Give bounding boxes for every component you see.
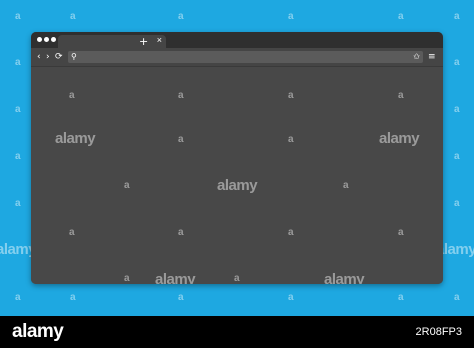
watermark-glyph: a — [288, 227, 294, 238]
watermark-glyph: a — [124, 273, 130, 284]
window-dot-icon[interactable] — [44, 37, 49, 42]
watermark-glyph: a — [178, 134, 184, 145]
menu-icon[interactable]: ≡ — [428, 51, 436, 63]
watermark-glyph: a — [398, 90, 404, 101]
watermark-glyph: a — [234, 273, 240, 284]
watermark-brand: alamy — [55, 130, 96, 147]
browser-viewport: a a a a alamy a a alamy a alamy a a a a … — [31, 67, 443, 284]
image-id: 2R08FP3 — [415, 326, 462, 338]
window-dot-icon[interactable] — [51, 37, 56, 42]
watermark-glyph: a — [343, 180, 349, 191]
bookmark-star-icon[interactable]: ✩ — [413, 51, 420, 63]
browser-toolbar: ‹ › ⟳ ⚲ ✩ ≡ — [31, 48, 443, 67]
watermark-glyph: a — [124, 180, 130, 191]
watermark-glyph: a — [288, 134, 294, 145]
tab-close-icon[interactable]: × — [157, 34, 162, 47]
watermark-glyph: a — [69, 90, 75, 101]
watermark-brand: alamy — [379, 130, 420, 147]
browser-tab[interactable]: × — [58, 35, 166, 48]
reload-icon[interactable]: ⟳ — [55, 51, 63, 63]
back-icon[interactable]: ‹ — [37, 51, 41, 63]
watermark-glyph: a — [178, 227, 184, 238]
window-controls — [37, 37, 56, 42]
search-icon: ⚲ — [71, 52, 77, 61]
watermark-brand: alamy — [324, 271, 365, 284]
browser-window: × + ‹ › ⟳ ⚲ ✩ ≡ a a a a alamy a a alamy … — [31, 32, 443, 284]
browser-titlebar: × + — [31, 32, 443, 48]
watermark-brand: alamy — [217, 177, 258, 194]
watermark-glyph: a — [69, 227, 75, 238]
watermark-glyph: a — [178, 90, 184, 101]
watermark-glyph: a — [288, 90, 294, 101]
watermark-footer: alamy 2R08FP3 — [0, 316, 474, 348]
address-bar[interactable]: ⚲ ✩ — [68, 51, 423, 63]
watermark-brand: alamy — [155, 271, 196, 284]
window-dot-icon[interactable] — [37, 37, 42, 42]
watermark-glyph: a — [398, 227, 404, 238]
alamy-logo: alamy — [12, 321, 64, 342]
forward-icon[interactable]: › — [46, 51, 50, 63]
new-tab-button[interactable]: + — [139, 36, 148, 47]
